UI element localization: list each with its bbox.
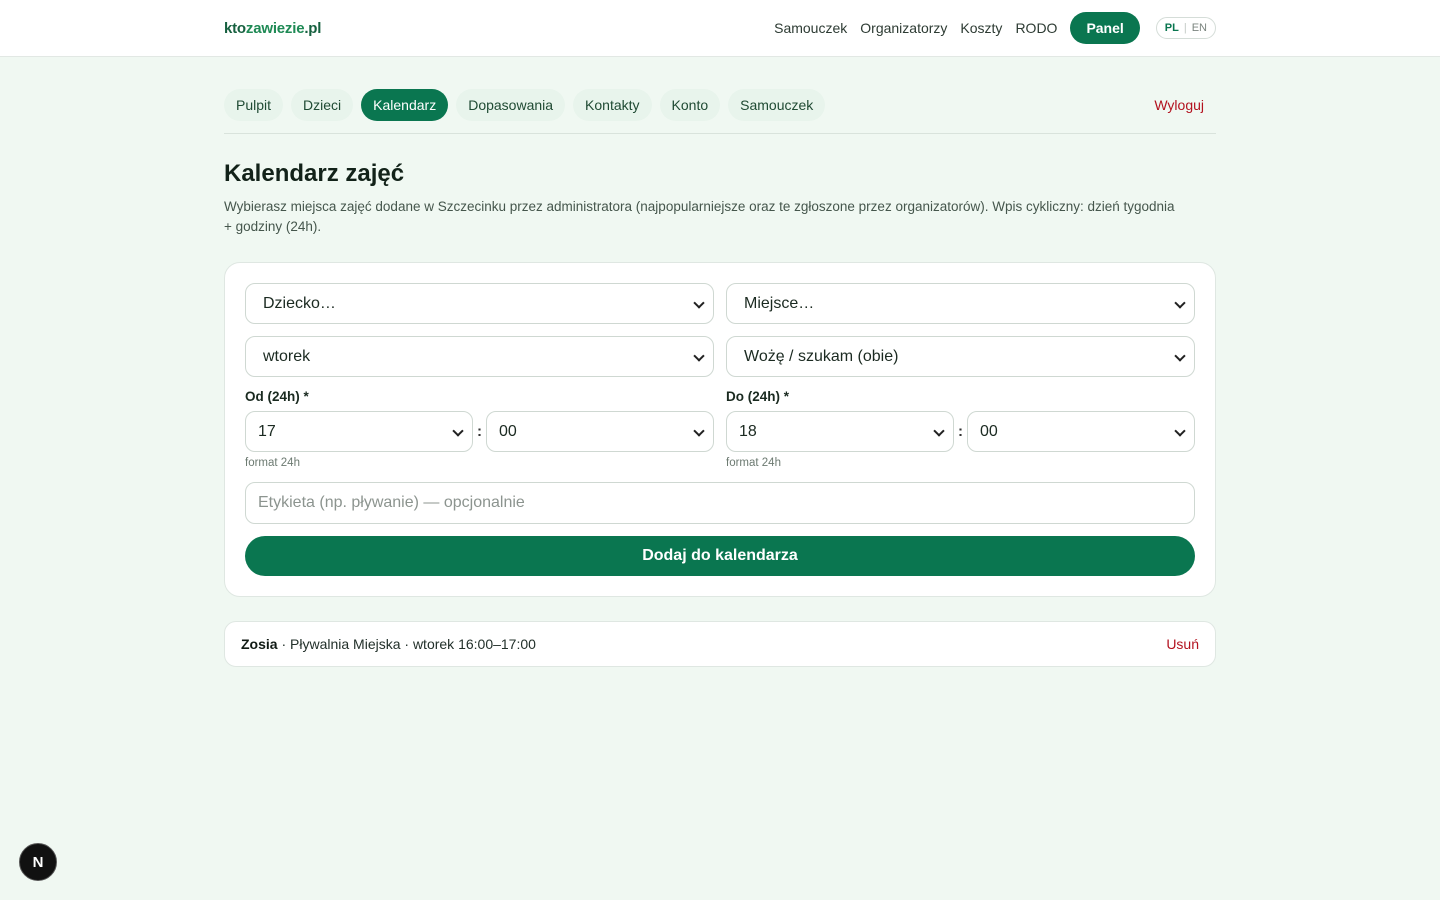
chevron-down-icon [693, 351, 705, 363]
time-colon: : [477, 423, 482, 440]
entry-details: · Pływalnia Miejska · wtorek 16:00–17:00 [277, 636, 536, 652]
top-nav: Samouczek Organizatorzy Koszty RODO Pane… [774, 12, 1216, 44]
from-hour-select[interactable]: 17 [245, 411, 473, 452]
child-select[interactable]: Dziecko… [245, 283, 714, 324]
day-select[interactable]: wtorek [245, 336, 714, 377]
entry-text: Zosia · Pływalnia Miejska · wtorek 16:00… [241, 636, 536, 652]
chevron-down-icon [1174, 426, 1186, 438]
top-bar: ktozawiezie.pl Samouczek Organizatorzy K… [0, 0, 1440, 57]
calendar-form-card: Dziecko… Miejsce… wtorek Wożę / szukam (… [224, 262, 1216, 597]
to-minute-value: 00 [980, 422, 998, 440]
panel-button[interactable]: Panel [1070, 12, 1140, 44]
from-time-row: 17 : 00 [245, 411, 714, 452]
lang-pl[interactable]: PL [1165, 22, 1179, 34]
calendar-entry: Zosia · Pływalnia Miejska · wtorek 16:00… [224, 621, 1216, 667]
place-select[interactable]: Miejsce… [726, 283, 1195, 324]
topnav-rodo[interactable]: RODO [1015, 20, 1057, 36]
to-label: Do (24h) * [726, 389, 790, 404]
child-select-value: Dziecko… [263, 294, 336, 312]
chevron-down-icon [693, 298, 705, 310]
mode-select[interactable]: Wożę / szukam (obie) [726, 336, 1195, 377]
main-content: Pulpit Dzieci Kalendarz Dopasowania Kont… [224, 89, 1216, 667]
from-hour-value: 17 [258, 422, 276, 440]
place-select-value: Miejsce… [744, 294, 815, 312]
tab-konto[interactable]: Konto [659, 89, 721, 121]
chevron-down-icon [1174, 351, 1186, 363]
to-time-row: 18 : 00 [726, 411, 1195, 452]
form-row-times: Od (24h) * 17 : 00 format 24h Do (24h) * [245, 387, 1195, 469]
from-label: Od (24h) * [245, 389, 309, 404]
add-to-calendar-button[interactable]: Dodaj do kalendarza [245, 536, 1195, 576]
time-colon: : [958, 423, 963, 440]
topnav-koszty[interactable]: Koszty [960, 20, 1002, 36]
tab-list: Pulpit Dzieci Kalendarz Dopasowania Kont… [224, 89, 833, 121]
from-format-hint: format 24h [245, 457, 300, 469]
logo-part-1: kto [224, 19, 246, 37]
entry-child-name: Zosia [241, 636, 278, 652]
chevron-down-icon [933, 426, 945, 438]
to-format-hint: format 24h [726, 457, 781, 469]
tab-pulpit[interactable]: Pulpit [224, 89, 284, 121]
chevron-down-icon [452, 426, 464, 438]
from-time-group: Od (24h) * 17 : 00 format 24h [245, 387, 714, 469]
lang-en[interactable]: EN [1192, 22, 1207, 34]
tab-dzieci[interactable]: Dzieci [291, 89, 354, 121]
page-title: Kalendarz zajęć [224, 160, 405, 187]
tab-samouczek[interactable]: Samouczek [728, 89, 826, 121]
form-row-2: wtorek Wożę / szukam (obie) [245, 336, 1195, 377]
lang-separator: | [1183, 22, 1187, 34]
label-input[interactable] [245, 482, 1195, 524]
site-logo[interactable]: ktozawiezie.pl [224, 20, 321, 37]
topnav-organizatorzy[interactable]: Organizatorzy [860, 20, 947, 36]
tab-kontakty[interactable]: Kontakty [573, 89, 652, 121]
logo-part-3: .pl [304, 19, 322, 37]
to-minute-select[interactable]: 00 [967, 411, 1195, 452]
from-minute-value: 00 [499, 422, 517, 440]
from-minute-select[interactable]: 00 [486, 411, 714, 452]
to-hour-value: 18 [739, 422, 757, 440]
page-description: Wybierasz miejsca zajęć dodane w Szczeci… [224, 199, 1175, 234]
language-switcher: PL | EN [1155, 17, 1216, 39]
to-time-group: Do (24h) * 18 : 00 format 24h [726, 387, 1195, 469]
logo-part-2: zawiezie [245, 19, 305, 37]
logout-link[interactable]: Wyloguj [1154, 89, 1216, 113]
remove-entry-button[interactable]: Usuń [1166, 636, 1199, 652]
tab-dopasowania[interactable]: Dopasowania [456, 89, 566, 121]
topnav-samouczek[interactable]: Samouczek [774, 20, 847, 36]
chevron-down-icon [1174, 298, 1186, 310]
mode-select-value: Wożę / szukam (obie) [744, 347, 899, 365]
tab-kalendarz[interactable]: Kalendarz [361, 89, 449, 121]
form-row-1: Dziecko… Miejsce… [245, 283, 1195, 324]
dev-tools-badge[interactable]: N [19, 843, 57, 881]
chevron-down-icon [693, 426, 705, 438]
sub-nav: Pulpit Dzieci Kalendarz Dopasowania Kont… [224, 89, 1216, 134]
to-hour-select[interactable]: 18 [726, 411, 954, 452]
day-select-value: wtorek [263, 347, 311, 365]
